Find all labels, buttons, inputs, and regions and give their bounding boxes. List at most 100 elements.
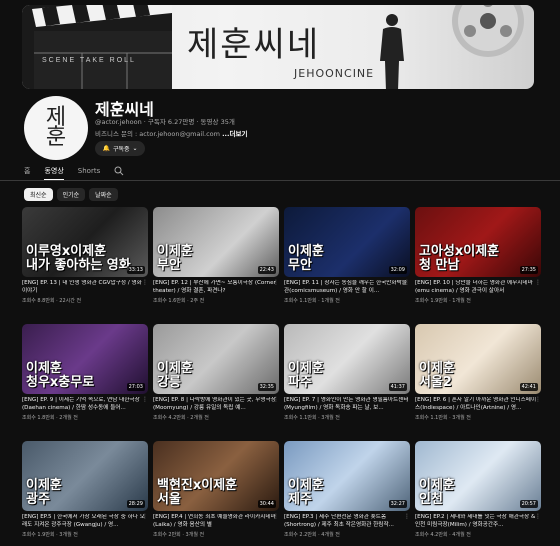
more-options-icon[interactable]: ⋮: [535, 513, 541, 520]
video-meta: 조회수 1.1만회 · 3개월 전: [415, 415, 471, 421]
chip-popular[interactable]: 인기순: [56, 188, 86, 201]
thumbnail-caption: 이루영x이제훈 내가 좋아하는 영화: [26, 244, 131, 273]
channel-banner: SCENE TAKE ROLL 제훈씨네 JEHOONCINE: [22, 5, 534, 89]
more-options-icon[interactable]: ⋮: [404, 279, 410, 286]
chevron-down-icon: ⌄: [132, 145, 138, 152]
video-duration: 22:43: [257, 266, 276, 274]
channel-meta: @actor.jehoon · 구독자 6.27만명 · 동영상 35개: [95, 118, 235, 126]
video-duration: 27:35: [519, 266, 538, 274]
video-card[interactable]: 이제훈 청우x충무로 27:03 [ENG] EP. 9 | 이제는 기억 속으…: [22, 324, 148, 421]
thumbnail-caption: 이제훈 제주: [288, 478, 324, 507]
video-thumbnail[interactable]: 이제훈 무안 32:09: [284, 207, 410, 277]
more-options-icon[interactable]: ⋮: [404, 396, 410, 403]
more-options-icon[interactable]: ⋮: [142, 396, 148, 403]
video-card[interactable]: 이제훈 파주 41:37 [ENG] EP. 7 | 영화인이 만든 영화관 명…: [284, 324, 410, 421]
video-title[interactable]: [ENG] EP. 7 | 영화인이 만든 영화관 명필름아트센터(Myungf…: [284, 397, 410, 412]
video-title[interactable]: [ENG] EP. 11 | 장자는 동심을 깨우는 한국만화박물관(comic…: [284, 280, 410, 295]
video-duration: 30:44: [257, 500, 276, 508]
more-options-icon[interactable]: ⋮: [273, 396, 279, 403]
video-thumbnail[interactable]: 이제훈 인천 20:57: [415, 441, 541, 511]
video-title[interactable]: [ENG] EP. 12 | 부산에 가면~ 모퉁이극장 (Corner the…: [153, 280, 279, 295]
video-thumbnail[interactable]: 이제훈 파주 41:37: [284, 324, 410, 394]
video-thumbnail[interactable]: 이제훈 광주 28:29: [22, 441, 148, 511]
video-thumbnail[interactable]: 이제훈 부안 22:43: [153, 207, 279, 277]
video-thumbnail[interactable]: 백현진x이제훈 서울 30:44: [153, 441, 279, 511]
video-duration: 32:27: [388, 500, 407, 508]
thumbnail-caption: 이제훈 파주: [288, 361, 324, 390]
thumbnail-caption: 이제훈 인천: [419, 478, 455, 507]
subscribe-button[interactable]: 🔔 구독중 ⌄: [95, 141, 145, 156]
video-card[interactable]: 이제훈 광주 28:29 [ENG] EP.5 | 한국에서 가장 오래된 극장…: [22, 441, 148, 538]
video-thumbnail[interactable]: 이제훈 제주 32:27: [284, 441, 410, 511]
video-title[interactable]: [ENG] EP.3 | 제주 단편전문 영화관 숏트폼 (Shortrong)…: [284, 514, 410, 529]
video-title[interactable]: [ENG] EP. 13 | 내 인생 영화관 CGV압구정 / 영화 이야기: [22, 280, 148, 295]
video-meta: 조회수 1.1만회 · 1개월 전: [284, 298, 340, 304]
video-card[interactable]: 이제훈 서울2 42:41 [ENG] EP. 6 | 혼자 알기 아까운 영화…: [415, 324, 541, 421]
video-card[interactable]: 이제훈 부안 22:43 [ENG] EP. 12 | 부산에 가면~ 모퉁이극…: [153, 207, 279, 304]
thumbnail-caption: 이제훈 서울2: [419, 361, 455, 390]
video-card[interactable]: 이제훈 제주 32:27 [ENG] EP.3 | 제주 단편전문 영화관 숏트…: [284, 441, 410, 538]
video-meta: 조회수 4.2만회 · 4개월 전: [415, 532, 471, 538]
video-duration: 32:09: [388, 266, 407, 274]
chip-latest[interactable]: 최신순: [24, 188, 53, 201]
channel-desc-text: 비즈니스 문의 : actor.jehoon@gmail.com: [95, 130, 220, 138]
video-card[interactable]: 이루영x이제훈 내가 좋아하는 영화 33:13 [ENG] EP. 13 | …: [22, 207, 148, 304]
channel-tabs: 홈 동영상 Shorts: [24, 166, 124, 180]
video-meta: 조회수 1.8만회 · 2개월 전: [22, 415, 78, 421]
video-card[interactable]: 이제훈 무안 32:09 [ENG] EP. 11 | 장자는 동심을 깨우는 …: [284, 207, 410, 304]
video-card[interactable]: 백현진x이제훈 서울 30:44 [ENG] EP.4 | 연희동 최초 예술영…: [153, 441, 279, 538]
video-title[interactable]: [ENG] EP. 9 | 이제는 기억 속으로, 연남 대한극장(Daehan…: [22, 397, 148, 412]
more-options-icon[interactable]: ⋮: [273, 279, 279, 286]
sort-chips: 최신순 인기순 날짜순: [24, 188, 118, 201]
tabs-divider: [0, 180, 560, 181]
bell-icon: 🔔: [102, 145, 110, 152]
video-thumbnail[interactable]: 이제훈 청우x충무로 27:03: [22, 324, 148, 394]
thumbnail-caption: 이제훈 청우x충무로: [26, 361, 95, 390]
video-meta: 조회수 1.9만회 · 3개월 전: [22, 532, 78, 538]
video-duration: 28:29: [126, 500, 145, 508]
thumbnail-caption: 이제훈 강릉: [157, 361, 193, 390]
video-meta: 조회수 1.9만회 · 1개월 전: [415, 298, 471, 304]
video-meta: 조회수 8.8만회 · 22시간 전: [22, 298, 82, 304]
video-duration: 20:57: [519, 500, 538, 508]
thumbnail-caption: 백현진x이제훈 서울: [157, 478, 238, 507]
video-thumbnail[interactable]: 고아성x이제훈 청 만남 27:35: [415, 207, 541, 277]
tab-videos[interactable]: 동영상: [44, 166, 64, 180]
clapperboard-icon: [22, 5, 172, 89]
video-title[interactable]: [ENG] EP. 10 | 낭만을 더하는 영화관 에무시네마(emu cin…: [415, 280, 541, 295]
more-options-icon[interactable]: ⋮: [404, 513, 410, 520]
more-options-icon[interactable]: ⋮: [142, 279, 148, 286]
more-options-icon[interactable]: ⋮: [273, 513, 279, 520]
video-meta: 조회수 1.6만회 · 2주 전: [153, 298, 205, 304]
video-card[interactable]: 이제훈 강릉 32:35 [ENG] EP. 8 | 다락방에 영화관이 있는 …: [153, 324, 279, 421]
more-link[interactable]: ...더보기: [222, 130, 247, 138]
video-thumbnail[interactable]: 이제훈 서울2 42:41: [415, 324, 541, 394]
video-card[interactable]: 고아성x이제훈 청 만남 27:35 [ENG] EP. 10 | 낭만을 더하…: [415, 207, 541, 304]
search-icon[interactable]: [114, 166, 124, 176]
video-card[interactable]: 이제훈 인천 20:57 [ENG] EP.2 | 세대와 세대를 잇는 극장 …: [415, 441, 541, 538]
more-options-icon[interactable]: ⋮: [535, 396, 541, 403]
video-thumbnail[interactable]: 이제훈 강릉 32:35: [153, 324, 279, 394]
more-options-icon[interactable]: ⋮: [142, 513, 148, 520]
film-reel-icon: [452, 5, 524, 57]
banner-title: 제훈씨네: [187, 25, 321, 65]
person-silhouette-icon: [380, 14, 404, 89]
video-duration: 33:13: [126, 266, 145, 274]
channel-avatar[interactable]: 제 훈: [24, 96, 88, 160]
tab-shorts[interactable]: Shorts: [78, 166, 100, 180]
video-meta: 조회수 4.2만회 · 2개월 전: [153, 415, 209, 421]
clapper-text: SCENE TAKE ROLL: [42, 57, 136, 64]
video-duration: 41:37: [388, 383, 407, 391]
video-title[interactable]: [ENG] EP. 6 | 혼자 알기 아까운 영화관 인디스페이스(Indie…: [415, 397, 541, 412]
video-thumbnail[interactable]: 이루영x이제훈 내가 좋아하는 영화 33:13: [22, 207, 148, 277]
channel-description: 비즈니스 문의 : actor.jehoon@gmail.com ...더보기: [95, 128, 247, 138]
chip-oldest[interactable]: 날짜순: [89, 188, 118, 201]
tab-home[interactable]: 홈: [24, 166, 30, 180]
video-title[interactable]: [ENG] EP.2 | 세대와 세대를 잇는 극장 애관극장 & 인천 미림극…: [415, 514, 541, 529]
video-title[interactable]: [ENG] EP.5 | 한국에서 가장 오래된 극장 중 하나 오래도 지켜온…: [22, 514, 148, 529]
video-title[interactable]: [ENG] EP. 8 | 다락방에 영화관이 있는 곳, 무명극장(Moomy…: [153, 397, 279, 412]
banner-subtitle: JEHOONCINE: [294, 67, 375, 80]
video-title[interactable]: [ENG] EP.4 | 연희동 최초 예술영화관 라이카시네마 (Laika)…: [153, 514, 279, 529]
video-duration: 42:41: [519, 383, 538, 391]
more-options-icon[interactable]: ⋮: [535, 279, 541, 286]
